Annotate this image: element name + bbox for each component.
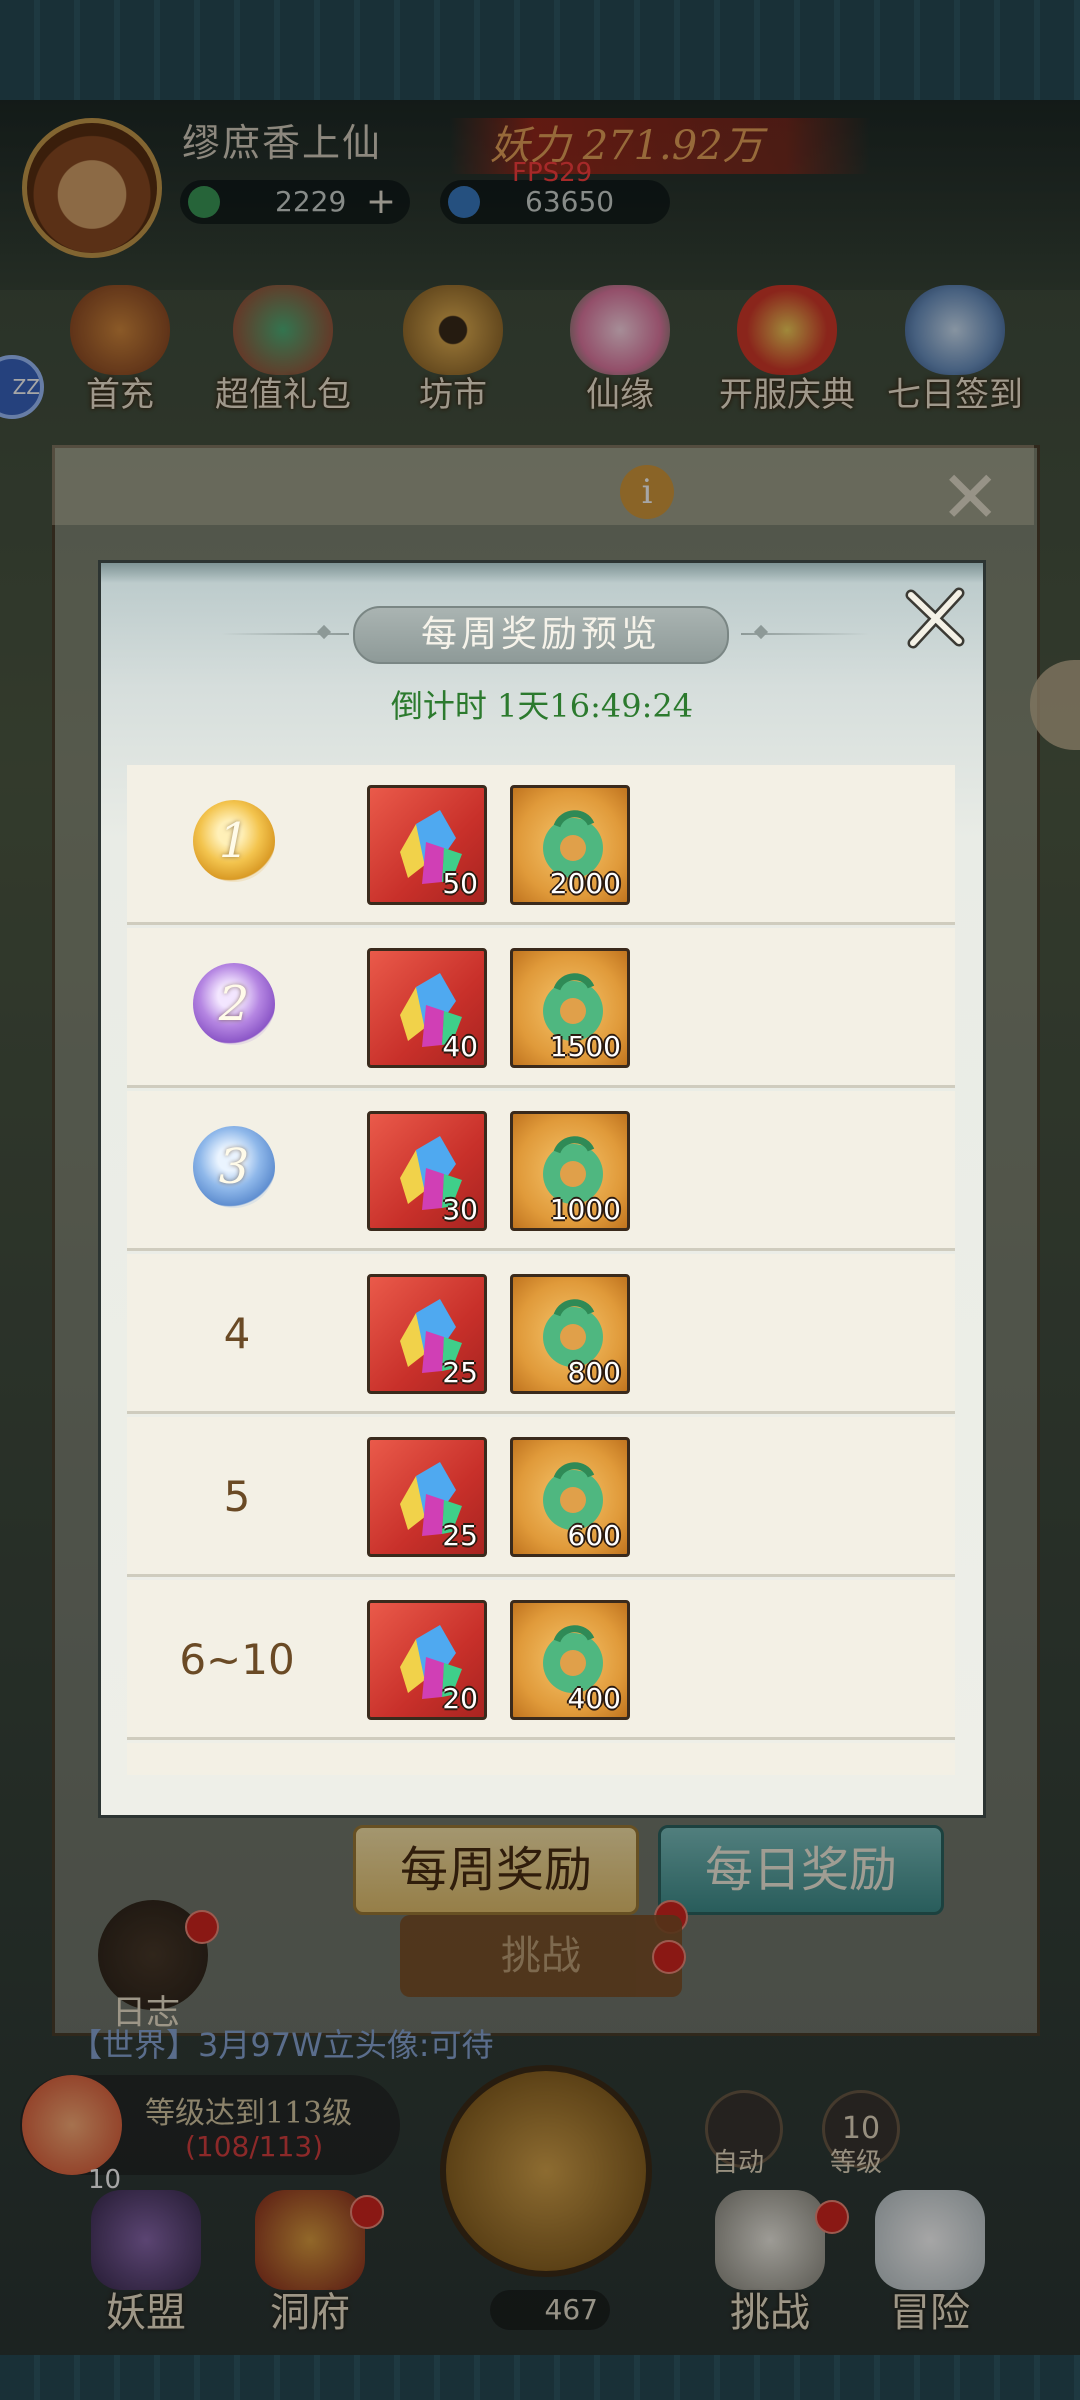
reward-row: 1 50 2000 (127, 765, 955, 925)
rank-medal-gold-icon: 1 (193, 800, 275, 882)
reward-row: 5 25 600 (127, 1417, 955, 1577)
jade-reward-item[interactable]: 800 (510, 1274, 630, 1394)
rank-label: 5 (223, 1472, 251, 1521)
close-icon[interactable] (901, 583, 971, 653)
gem-reward-item[interactable]: 30 (367, 1111, 487, 1231)
reward-row: 3 30 1000 (127, 1091, 955, 1251)
rank-number: 2 (218, 976, 250, 1032)
item-count: 20 (442, 1682, 478, 1715)
item-count: 600 (567, 1519, 621, 1552)
rank-medal-purple-icon: 2 (193, 963, 275, 1045)
gem-reward-item[interactable]: 50 (367, 785, 487, 905)
gem-reward-item[interactable]: 25 (367, 1437, 487, 1557)
rank-medal-blue-icon: 3 (193, 1126, 275, 1208)
item-count: 1000 (549, 1193, 621, 1226)
rank-number: 1 (218, 813, 250, 869)
gem-reward-item[interactable]: 20 (367, 1600, 487, 1720)
item-count: 400 (567, 1682, 621, 1715)
reward-row: 4 25 800 (127, 1254, 955, 1414)
jade-reward-item[interactable]: 1000 (510, 1111, 630, 1231)
reward-row-partial (127, 1743, 955, 1775)
item-count: 25 (442, 1519, 478, 1552)
item-count: 25 (442, 1356, 478, 1389)
title-diamond-right (753, 624, 769, 640)
title-diamond-left (316, 624, 332, 640)
countdown-timer: 倒计时 1天16:49:24 (390, 687, 694, 725)
weekly-reward-preview-dialog: 每周奖励预览 倒计时 1天16:49:24 1 50 2000 2 40 150… (98, 560, 986, 1818)
reward-list[interactable]: 1 50 2000 2 40 1500 3 30 1000 4 25 800 5… (127, 765, 955, 1775)
dialog-top-shade (101, 563, 983, 583)
dialog-title: 每周奖励预览 (353, 606, 729, 664)
item-count: 2000 (549, 867, 621, 900)
rank-label: 4 (223, 1309, 251, 1358)
item-count: 800 (567, 1356, 621, 1389)
jade-reward-item[interactable]: 1500 (510, 948, 630, 1068)
jade-reward-item[interactable]: 400 (510, 1600, 630, 1720)
title-divider-left (221, 633, 349, 635)
item-count: 1500 (549, 1030, 621, 1063)
rank-label: 6~10 (179, 1635, 295, 1684)
item-count: 40 (442, 1030, 478, 1063)
item-count: 30 (442, 1193, 478, 1226)
gem-reward-item[interactable]: 25 (367, 1274, 487, 1394)
jade-reward-item[interactable]: 2000 (510, 785, 630, 905)
item-count: 50 (442, 867, 478, 900)
reward-row: 2 40 1500 (127, 928, 955, 1088)
rank-number: 3 (218, 1139, 250, 1195)
reward-row: 6~10 20 400 (127, 1580, 955, 1740)
jade-reward-item[interactable]: 600 (510, 1437, 630, 1557)
gem-reward-item[interactable]: 40 (367, 948, 487, 1068)
